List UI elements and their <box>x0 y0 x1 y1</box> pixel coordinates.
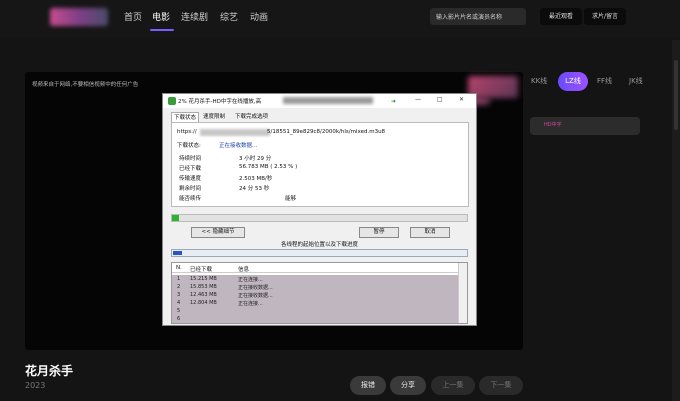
row-downloaded: 15.215 MB <box>190 276 217 282</box>
share-button[interactable]: 分享 <box>390 376 426 395</box>
table-row[interactable]: 1 15.215 MB 正在连接... <box>172 275 458 283</box>
prev-episode-button[interactable]: 上一集 <box>431 376 475 395</box>
nav-series[interactable]: 连续剧 <box>181 10 208 23</box>
row-info: 正在接收数据... <box>238 285 273 291</box>
close-icon[interactable]: ✕ <box>459 96 464 103</box>
threads-table: N. 已经下载 信息 1 15.215 MB 正在连接... 2 15.853 … <box>171 262 468 324</box>
movie-title: 花月杀手 <box>25 364 74 378</box>
page-scrollbar-thumb[interactable] <box>674 60 678 130</box>
field-downloaded-value: 56.783 MB ( 2.53 % ) <box>239 164 298 170</box>
dialog-title: 2% 花月杀手-HD中字在线播放,高 <box>178 99 262 105</box>
row-info: 正在连接... <box>238 277 263 283</box>
row-number: 1 <box>177 276 181 282</box>
segments-progress-bar <box>171 249 468 257</box>
row-number: 2 <box>177 284 181 290</box>
field-duration-value: 3 小时 29 分 <box>239 156 272 162</box>
dialog-titlebar[interactable]: 2% 花月杀手-HD中字在线播放,高 ➜ — □ ✕ <box>163 94 476 108</box>
segments-caption: 各线程的起始位置以及下载进度 <box>280 242 358 248</box>
report-button[interactable]: 报错 <box>350 376 386 395</box>
arrow-icon: ➜ <box>391 98 397 105</box>
redacted-url <box>200 129 270 136</box>
line-kk[interactable]: KK线 <box>531 76 547 86</box>
minimize-icon[interactable]: — <box>415 96 421 103</box>
row-info: 正在连接... <box>238 301 263 307</box>
row-number: 6 <box>177 316 181 322</box>
line-lz-active[interactable]: LZ线 <box>558 72 588 91</box>
site-logo[interactable] <box>50 8 108 26</box>
row-downloaded: 15.853 MB <box>190 284 217 290</box>
row-info: 正在接收数据... <box>238 293 273 299</box>
col-downloaded[interactable]: 已经下载 <box>190 265 212 273</box>
nav-home[interactable]: 首页 <box>124 10 142 23</box>
history-button[interactable]: 最近观看 <box>540 8 582 25</box>
download-url-prefix: https:// <box>177 129 197 135</box>
threads-table-header: N. 已经下载 信息 <box>172 263 458 273</box>
field-remaining-value: 24 分 53 秒 <box>239 186 270 192</box>
download-dialog: 2% 花月杀手-HD中字在线播放,高 ➜ — □ ✕ 下载状态 速度限制 下载完… <box>162 93 477 326</box>
col-info[interactable]: 信息 <box>238 265 249 273</box>
download-progress-fill <box>172 215 180 221</box>
nav-animation[interactable]: 动画 <box>250 10 268 23</box>
status-label: 下载状态: <box>177 143 201 149</box>
field-duration-label: 持续时间 <box>179 156 202 162</box>
table-row[interactable]: 5 <box>172 307 458 315</box>
tab-download-status[interactable]: 下载状态 <box>171 112 200 122</box>
row-number: 4 <box>177 300 181 306</box>
status-value: 正在接收数据... <box>219 143 258 149</box>
search-placeholder: 输入影片片名或演员名称 <box>436 14 503 21</box>
next-episode-button[interactable]: 下一集 <box>479 376 523 395</box>
pause-button[interactable]: 暂停 <box>359 227 399 238</box>
redacted-title-tail <box>283 97 373 104</box>
tab-speed-limit[interactable]: 速度限制 <box>201 112 227 122</box>
search-input[interactable]: 输入影片片名或演员名称 <box>430 8 526 25</box>
threads-table-scrollbar[interactable] <box>458 263 467 323</box>
col-number[interactable]: N. <box>176 265 182 271</box>
download-url: 5/18551_89e829c8/2000k/hls/mixed.m3u8 <box>267 129 386 135</box>
episode-card-label: HD中字 <box>544 122 562 128</box>
field-resume-value: 能够 <box>285 196 297 202</box>
field-downloaded-label: 已经下载 <box>179 166 202 172</box>
field-resume-label: 能否续传 <box>179 196 202 202</box>
player-notice: 视频来自于网络,不要相信视频中的任何广告 <box>32 82 139 88</box>
table-row[interactable]: 6 <box>172 315 458 323</box>
line-ff[interactable]: FF线 <box>597 76 612 86</box>
active-nav-indicator <box>150 29 174 31</box>
download-app-icon <box>168 97 176 105</box>
tab-completion-options[interactable]: 下载完成选项 <box>233 112 270 122</box>
movie-year: 2023 <box>25 381 46 390</box>
row-number: 5 <box>177 308 181 314</box>
request-button[interactable]: 求片/留言 <box>584 8 626 25</box>
field-speed-value: 2.503 MB/秒 <box>239 176 273 182</box>
table-row[interactable]: 2 15.853 MB 正在接收数据... <box>172 283 458 291</box>
download-progress-bar <box>171 214 468 222</box>
nav-movies[interactable]: 电影 <box>152 10 170 23</box>
field-remaining-label: 剩余时间 <box>179 186 202 192</box>
line-jk[interactable]: JK线 <box>629 76 643 86</box>
field-speed-label: 传输速度 <box>179 176 202 182</box>
segments-progress-fill <box>173 251 182 255</box>
row-downloaded: 12.463 MB <box>190 292 217 298</box>
hide-details-button[interactable]: << 隐藏细节 <box>191 227 245 238</box>
cancel-button[interactable]: 取消 <box>410 227 450 238</box>
nav-variety[interactable]: 综艺 <box>220 10 238 23</box>
maximize-icon[interactable]: □ <box>437 96 443 103</box>
table-row[interactable]: 4 12.804 MB 正在连接... <box>172 299 458 307</box>
row-downloaded: 12.804 MB <box>190 300 217 306</box>
row-number: 3 <box>177 292 181 298</box>
table-row[interactable]: 3 12.463 MB 正在接收数据... <box>172 291 458 299</box>
